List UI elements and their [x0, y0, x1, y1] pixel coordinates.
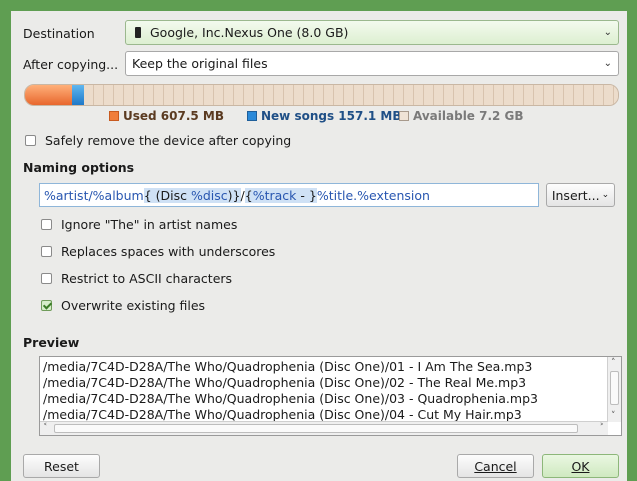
after-copying-value: Keep the original files — [132, 56, 268, 71]
available-swatch — [399, 111, 409, 121]
destination-combo[interactable]: Google, Inc.Nexus One (8.0 GB) ⌄ — [125, 20, 619, 45]
pattern-token: %artist/%album — [44, 187, 144, 203]
preview-line: /media/7C4D-D28A/The Who/Quadrophenia (D… — [43, 407, 522, 421]
safely-remove-checkbox[interactable]: Safely remove the device after copying — [25, 133, 291, 148]
pattern-token: %title.%extension — [316, 187, 430, 203]
after-copying-combo[interactable]: Keep the original files ⌄ — [125, 51, 619, 76]
restrict-ascii-checkbox[interactable]: Restrict to ASCII characters — [41, 271, 232, 286]
reset-label: Reset — [44, 458, 79, 474]
after-copying-label: After copying... — [23, 57, 119, 72]
pattern-token: %track — [252, 187, 297, 203]
pattern-token: )} — [227, 187, 241, 203]
naming-pattern-input[interactable]: %artist/%album { (Disc %disc)} / {%track… — [39, 183, 539, 207]
option-label: Restrict to ASCII characters — [61, 271, 233, 286]
new-legend-text: New songs 157.1 MB — [261, 109, 402, 123]
chevron-down-icon: ⌄ — [601, 190, 610, 200]
organise-files-dialog: Destination Google, Inc.Nexus One (8.0 G… — [11, 11, 627, 481]
legend-available: Available 7.2 GB — [399, 109, 524, 123]
chevron-down-icon: ⌄ — [603, 58, 612, 69]
scroll-up-icon[interactable]: ˄ — [611, 358, 616, 368]
pattern-token: { — [244, 187, 253, 203]
safely-remove-label: Safely remove the device after copying — [45, 133, 292, 148]
ok-button[interactable]: OK — [542, 454, 619, 478]
option-label: Replaces spaces with underscores — [61, 244, 276, 259]
phone-icon — [135, 27, 141, 38]
legend-used: Used 607.5 MB — [109, 109, 224, 123]
horizontal-scrollbar[interactable]: ˂ ˃ — [40, 421, 608, 435]
destination-label: Destination — [23, 26, 95, 41]
checkbox[interactable] — [41, 219, 52, 230]
capacity-used-segment — [25, 85, 72, 105]
naming-options-title: Naming options — [23, 160, 135, 175]
preview-title: Preview — [23, 335, 80, 350]
destination-value: Google, Inc.Nexus One (8.0 GB) — [150, 25, 349, 40]
overwrite-existing-checkbox[interactable]: Overwrite existing files — [41, 298, 205, 313]
pattern-token: - } — [296, 187, 317, 203]
ignore-the-checkbox[interactable]: Ignore "The" in artist names — [41, 217, 237, 232]
vertical-scrollbar[interactable]: ˄ ˅ — [607, 357, 621, 422]
scroll-right-icon[interactable]: ˃ — [600, 423, 605, 433]
cancel-label: Cancel — [474, 458, 517, 474]
capacity-available-segment — [83, 85, 618, 105]
preview-line: /media/7C4D-D28A/The Who/Quadrophenia (D… — [43, 375, 527, 390]
preview-lines: /media/7C4D-D28A/The Who/Quadrophenia (D… — [43, 359, 607, 421]
scroll-left-icon[interactable]: ˂ — [43, 423, 48, 433]
option-label: Overwrite existing files — [61, 298, 206, 313]
insert-label: Insert... — [551, 187, 600, 203]
used-legend-text: Used 607.5 MB — [123, 109, 225, 123]
checkbox[interactable] — [41, 246, 52, 257]
insert-button[interactable]: Insert... ⌄ — [546, 183, 615, 207]
checkbox-checked[interactable] — [41, 300, 52, 311]
option-label: Ignore "The" in artist names — [61, 217, 238, 232]
cancel-button[interactable]: Cancel — [457, 454, 534, 478]
vertical-scroll-thumb[interactable] — [610, 371, 619, 405]
available-legend-text: Available 7.2 GB — [413, 109, 524, 123]
new-swatch — [247, 111, 257, 121]
scroll-down-icon[interactable]: ˅ — [611, 411, 616, 421]
checkbox[interactable] — [25, 135, 36, 146]
used-swatch — [109, 111, 119, 121]
preview-list[interactable]: /media/7C4D-D28A/The Who/Quadrophenia (D… — [39, 356, 622, 436]
replace-spaces-checkbox[interactable]: Replaces spaces with underscores — [41, 244, 275, 259]
preview-line: /media/7C4D-D28A/The Who/Quadrophenia (D… — [43, 359, 533, 374]
optional-block: { (Disc %disc)} — [143, 187, 241, 203]
horizontal-scroll-thumb[interactable] — [54, 424, 578, 433]
preview-line: /media/7C4D-D28A/The Who/Quadrophenia (D… — [43, 391, 538, 406]
legend-new: New songs 157.1 MB — [247, 109, 402, 123]
pattern-token: { (Disc — [143, 187, 191, 203]
ok-label: OK — [571, 458, 590, 474]
capacity-bar — [24, 84, 619, 106]
checkbox[interactable] — [41, 273, 52, 284]
capacity-new-segment — [71, 85, 84, 105]
reset-button[interactable]: Reset — [23, 454, 100, 478]
chevron-down-icon: ⌄ — [603, 27, 612, 38]
pattern-token: %disc — [191, 187, 228, 203]
optional-block: {%track - } — [244, 187, 317, 203]
